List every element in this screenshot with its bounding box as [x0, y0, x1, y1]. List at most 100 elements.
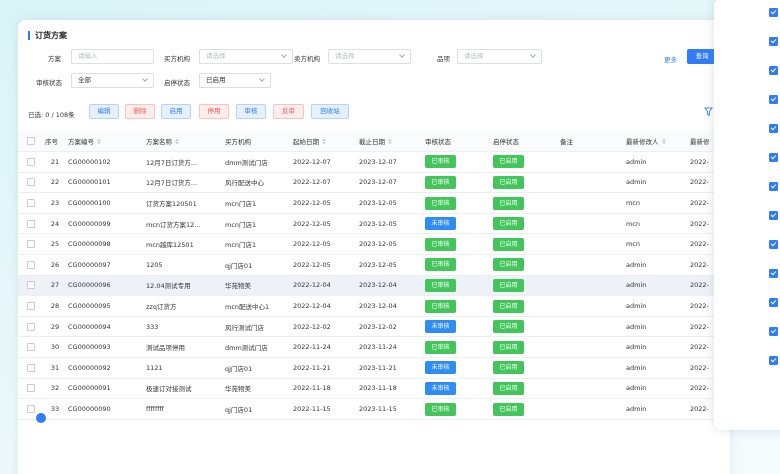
cell-audit-status: 未审核 — [422, 378, 490, 400]
cell-modifier: admin — [623, 151, 687, 173]
row-checkbox-cell[interactable] — [18, 254, 42, 276]
more-link[interactable]: 更多 — [664, 54, 677, 64]
item-label: 品项 — [437, 55, 450, 63]
enable-button[interactable]: 启用 — [161, 104, 191, 119]
row-checkbox[interactable] — [27, 199, 35, 208]
sort-icon[interactable] — [175, 139, 180, 146]
header-note: 备注 — [557, 131, 623, 153]
row-checkbox-cell[interactable] — [18, 295, 42, 317]
row-checkbox-cell[interactable] — [18, 151, 42, 173]
edit-button[interactable]: 编辑 — [89, 104, 119, 119]
row-checkbox-cell[interactable] — [18, 275, 42, 297]
column-toggle-checkbox[interactable] — [769, 37, 778, 46]
header-enable-status: 启停状态 — [490, 131, 557, 153]
row-checkbox[interactable] — [27, 157, 35, 166]
scheme-input[interactable]: 请输入 — [71, 49, 154, 64]
header-end-date[interactable]: 截止日期 — [356, 131, 422, 153]
table-row[interactable]: 24 CG00000099 mcn订货方案12... mcn门店1 2022-12-05… — [18, 213, 730, 235]
disable-button[interactable]: 停用 — [199, 104, 229, 119]
header-checkbox-cell[interactable] — [18, 131, 42, 153]
audit-status-badge: 未审核 — [425, 320, 456, 334]
row-checkbox[interactable] — [27, 322, 35, 331]
query-button[interactable]: 查询 — [687, 49, 717, 64]
table-row[interactable]: 30 CG00000093 测试品项停用 dmm测试门店 2022-11-24 2023-… — [18, 336, 730, 359]
table-row[interactable]: 33 CG00000090 ffffffff qj门店01 2022-11-15 2023… — [18, 398, 730, 420]
table-row[interactable]: 25 CG00000098 mcn越库12501 mcn门店1 2022-12-05 20… — [18, 233, 730, 256]
table-row[interactable]: 29 CG00000094 333 风行测试门店 2022-12-02 2023-12-0… — [18, 316, 730, 338]
row-checkbox[interactable] — [27, 302, 35, 311]
row-checkbox[interactable] — [27, 384, 35, 393]
table-row[interactable]: 32 CG00000091 极速订对接测试 华苑物美 2022-11-18 2023-11… — [18, 378, 730, 400]
sort-icon[interactable] — [322, 139, 327, 146]
cell-code: CG00000095 — [65, 295, 143, 317]
column-toggle-checkbox[interactable] — [769, 66, 778, 75]
row-checkbox-cell[interactable] — [18, 378, 42, 400]
table-row[interactable]: 31 CG00000092 1121 qj门店01 2022-11-21 2023-11-… — [18, 357, 730, 379]
row-checkbox[interactable] — [27, 405, 35, 414]
row-checkbox-cell[interactable] — [18, 336, 42, 359]
row-checkbox[interactable] — [27, 178, 35, 187]
header-name[interactable]: 方案名称 — [143, 131, 222, 153]
audit-status-badge: 已审核 — [425, 175, 456, 189]
delete-button[interactable]: 删除 — [125, 104, 155, 119]
floating-dot[interactable] — [36, 413, 46, 423]
cell-audit-status: 已审核 — [422, 151, 490, 173]
recycle-bin-button[interactable]: 回收站 — [311, 104, 349, 119]
table-row[interactable]: 28 CG00000095 zzq订货方 mcn配送中心1 2022-12-04 2023… — [18, 295, 730, 317]
sort-icon[interactable] — [662, 139, 667, 146]
cell-code: CG00000093 — [65, 336, 143, 359]
row-checkbox[interactable] — [27, 260, 35, 269]
column-toggle-checkbox[interactable] — [769, 327, 778, 336]
column-toggle-checkbox[interactable] — [769, 182, 778, 191]
table-row[interactable]: 23 CG00000100 订货方案120501 mcn门店1 2022-12-05 20… — [18, 192, 730, 214]
audit-status-select[interactable]: 全部 — [71, 73, 154, 88]
row-checkbox-cell[interactable] — [18, 233, 42, 256]
column-toggle-checkbox[interactable] — [769, 95, 778, 104]
header-modifier[interactable]: 最新修改人 — [623, 131, 687, 153]
select-all-checkbox[interactable] — [27, 137, 35, 146]
row-checkbox[interactable] — [27, 240, 35, 249]
enable-status-select[interactable]: 已启用 — [199, 73, 271, 88]
cell-start-date: 2022-12-02 — [290, 316, 356, 338]
cell-buyer: 风行测试门店 — [222, 316, 290, 338]
cell-name: zzq订货方 — [143, 295, 222, 317]
row-checkbox-cell[interactable] — [18, 192, 42, 214]
row-checkbox-cell[interactable] — [18, 172, 42, 194]
row-checkbox[interactable] — [27, 343, 35, 352]
table-row[interactable]: 27 CG00000096 12.04测试专用 华苑物美 2022-12-04 2023-… — [18, 275, 730, 297]
column-toggle-checkbox[interactable] — [769, 211, 778, 220]
column-toggle-checkbox[interactable] — [769, 153, 778, 162]
column-toggle-checkbox[interactable] — [769, 269, 778, 278]
table-row[interactable]: 26 CG00000097 1205 qj门店01 2022-12-05 2023-12-… — [18, 254, 730, 276]
row-checkbox-cell[interactable] — [18, 357, 42, 379]
table-row[interactable]: 21 CG00000102 12月7日订货方... dmm测试门店 2022-12-07… — [18, 151, 730, 173]
header-start-date[interactable]: 起始日期 — [290, 131, 356, 153]
row-checkbox[interactable] — [27, 281, 35, 290]
column-toggle-checkbox[interactable] — [769, 8, 778, 17]
column-settings-panel — [714, 0, 780, 430]
column-toggle-checkbox[interactable] — [769, 356, 778, 365]
row-checkbox-cell[interactable] — [18, 316, 42, 338]
cell-enable-status: 已启用 — [490, 233, 557, 256]
audit-button[interactable]: 审核 — [236, 104, 266, 119]
row-checkbox[interactable] — [27, 219, 35, 228]
chevron-down-icon — [399, 52, 405, 58]
row-checkbox[interactable] — [27, 363, 35, 372]
row-checkbox-cell[interactable] — [18, 213, 42, 235]
item-select[interactable]: 请选择 — [457, 49, 542, 64]
header-code[interactable]: 方案编号 — [65, 131, 143, 153]
cell-code: CG00000094 — [65, 316, 143, 338]
buyer-select[interactable]: 请选择 — [199, 49, 293, 64]
cell-end-date: 2023-11-15 — [356, 398, 422, 420]
table-row[interactable]: 22 CG00000101 12月7日订货方... 风行配送中心 2022-12-07 2… — [18, 172, 730, 194]
sort-icon[interactable] — [388, 139, 393, 146]
column-toggle-checkbox[interactable] — [769, 124, 778, 133]
unaudit-button[interactable]: 反审 — [273, 104, 304, 119]
sort-icon[interactable] — [97, 139, 102, 146]
column-toggle-checkbox[interactable] — [769, 240, 778, 249]
cell-name: ffffffff — [143, 398, 222, 420]
column-toggle-checkbox[interactable] — [769, 298, 778, 307]
seller-select[interactable]: 请选择 — [328, 49, 411, 64]
filter-icon[interactable] — [704, 107, 713, 116]
cell-no: 25 — [42, 233, 65, 256]
